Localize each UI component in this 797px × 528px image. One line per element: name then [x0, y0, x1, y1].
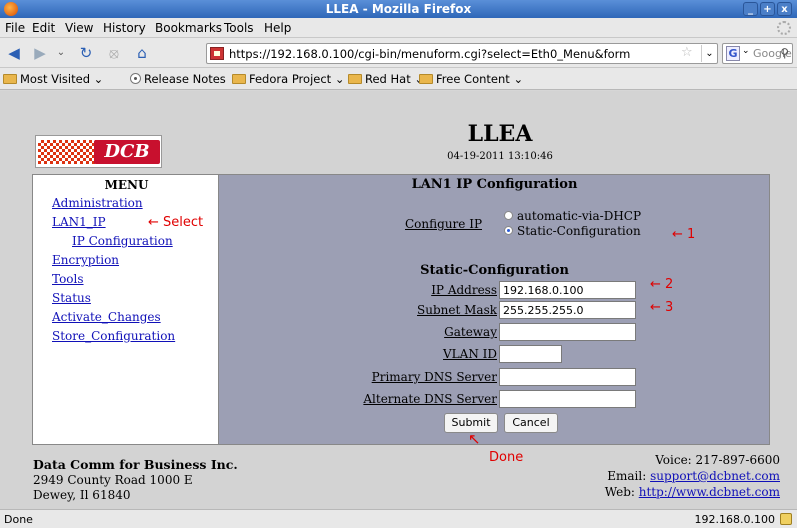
annotation-done: Done [489, 450, 524, 465]
menu-view[interactable]: View [65, 21, 93, 35]
status-text: Done [4, 513, 33, 526]
url-bar[interactable]: https://192.168.0.100/cgi-bin/menuform.c… [206, 43, 718, 64]
footer-web-link[interactable]: http://www.dcbnet.com [639, 485, 780, 499]
radio-dhcp-control[interactable] [504, 211, 513, 220]
engine-dropdown-icon[interactable]: ⌄ [742, 46, 750, 56]
annotation-arrow-done: ↖ [468, 430, 481, 448]
ip-address-field[interactable]: 192.168.0.100 [499, 281, 636, 299]
window-title: LLEA - Mozilla Firefox [325, 2, 472, 16]
logo-text: DCB [94, 140, 160, 164]
menu-tools[interactable]: Tools [224, 21, 254, 35]
cancel-button[interactable]: Cancel [504, 413, 558, 433]
reload-icon[interactable]: ↻ [76, 44, 96, 62]
sidebar-item-administration[interactable]: Administration [52, 196, 143, 210]
page-icon [130, 73, 141, 84]
bookmark-most-visited[interactable]: Most Visited ⌄ [3, 72, 103, 86]
annotation-2: ← 2 [650, 277, 674, 292]
subnet-mask-field[interactable]: 255.255.255.0 [499, 301, 636, 319]
throbber-icon [777, 21, 791, 35]
folder-icon [348, 74, 362, 84]
footer-email-link[interactable]: support@dcbnet.com [650, 469, 780, 483]
folder-icon [419, 74, 433, 84]
site-favicon-icon [210, 47, 224, 60]
minimize-button[interactable]: _ [743, 2, 758, 16]
sidebar-item-lan1-ip[interactable]: LAN1_IP [52, 215, 106, 229]
bookmark-release-notes[interactable]: Release Notes [130, 72, 226, 86]
page-datetime: 04-19-2011 13:10:46 [447, 151, 553, 162]
primary-dns-label: Primary DNS Server [371, 370, 497, 384]
forward-icon[interactable]: ▶ [30, 44, 50, 62]
sidebar-item-ip-configuration[interactable]: IP Configuration [72, 234, 173, 248]
annotation-3: ← 3 [650, 300, 674, 315]
gateway-field[interactable] [499, 323, 636, 341]
annotation-1: ← 1 [672, 227, 696, 242]
radio-static[interactable]: Static-Configuration [504, 224, 641, 238]
sidebar-item-activate-changes[interactable]: Activate_Changes [52, 310, 161, 324]
menu-help[interactable]: Help [264, 21, 291, 35]
radio-dhcp[interactable]: automatic-via-DHCP [504, 209, 641, 223]
bookmarks-toolbar: Most Visited ⌄ Release Notes Fedora Proj… [0, 68, 797, 90]
bookmark-fedora-project[interactable]: Fedora Project ⌄ [232, 72, 344, 86]
bookmark-red-hat[interactable]: Red Hat ⌄ [348, 72, 424, 86]
nav-toolbar: ◀ ▶ ⌄ ↻ ⦻ ⌂ https://192.168.0.100/cgi-bi… [0, 38, 797, 68]
radio-static-control[interactable] [504, 226, 513, 235]
ip-address-label: IP Address [431, 283, 497, 297]
sidebar-item-store-configuration[interactable]: Store_Configuration [52, 329, 175, 343]
search-bar[interactable]: G ⌄ Google ⚲ [722, 43, 793, 64]
folder-icon [3, 74, 17, 84]
page-title: LLEA [467, 121, 533, 147]
bookmark-star-icon[interactable]: ☆ [681, 45, 693, 60]
status-host: 192.168.0.100 [694, 513, 775, 526]
footer-address-2: Dewey, Il 61840 [33, 488, 131, 502]
page-content: DCB LLEA 04-19-2011 13:10:46 MENU Admini… [0, 91, 797, 509]
url-dropdown-icon[interactable]: ⌄ [701, 45, 717, 62]
alternate-dns-field[interactable] [499, 390, 636, 408]
stop-icon[interactable]: ⦻ [104, 44, 124, 62]
lock-icon[interactable] [780, 513, 792, 525]
sidebar-item-encryption[interactable]: Encryption [52, 253, 119, 267]
footer-voice: Voice: 217-897-6600 [655, 453, 780, 467]
home-icon[interactable]: ⌂ [132, 44, 152, 62]
sidebar-item-status[interactable]: Status [52, 291, 91, 305]
google-engine-icon[interactable]: G [726, 46, 740, 61]
maximize-button[interactable]: + [760, 2, 775, 16]
alternate-dns-label: Alternate DNS Server [363, 392, 497, 406]
dcb-logo: DCB [35, 135, 162, 168]
vlan-id-label: VLAN ID [443, 347, 497, 361]
annotation-select: ← Select [148, 215, 204, 230]
menu-bookmarks[interactable]: Bookmarks [155, 21, 222, 35]
url-text[interactable]: https://192.168.0.100/cgi-bin/menuform.c… [229, 47, 677, 61]
configure-ip-label: Configure IP [405, 217, 483, 231]
footer-address-1: 2949 County Road 1000 E [33, 473, 193, 487]
subnet-mask-label: Subnet Mask [417, 303, 497, 317]
primary-dns-field[interactable] [499, 368, 636, 386]
menu-history[interactable]: History [103, 21, 146, 35]
folder-icon [232, 74, 246, 84]
footer-web-row: Web: http://www.dcbnet.com [604, 485, 780, 499]
sidebar-item-tools[interactable]: Tools [52, 272, 84, 286]
main-title: LAN1 IP Configuration [411, 177, 578, 192]
close-button[interactable]: x [777, 2, 792, 16]
menu-bar: File Edit View History Bookmarks Tools H… [0, 18, 797, 38]
window-titlebar: LLEA - Mozilla Firefox _ + x [0, 0, 797, 18]
status-bar: Done 192.168.0.100 [0, 509, 797, 528]
vlan-id-field[interactable] [499, 345, 562, 363]
gateway-label: Gateway [444, 325, 497, 339]
search-icon[interactable]: ⚲ [780, 46, 789, 60]
footer-email-row: Email: support@dcbnet.com [607, 469, 780, 483]
logo-pattern [38, 140, 102, 164]
footer-company: Data Comm for Business Inc. [33, 457, 238, 472]
menu-file[interactable]: File [5, 21, 25, 35]
menu-heading: MENU [104, 178, 149, 192]
main-panel: LAN1 IP Configuration Configure IP autom… [219, 174, 770, 445]
back-icon[interactable]: ◀ [4, 44, 24, 62]
bookmark-free-content[interactable]: Free Content ⌄ [419, 72, 523, 86]
static-config-title: Static-Configuration [420, 263, 569, 278]
menu-edit[interactable]: Edit [32, 21, 55, 35]
history-dropdown-icon[interactable]: ⌄ [54, 44, 68, 62]
